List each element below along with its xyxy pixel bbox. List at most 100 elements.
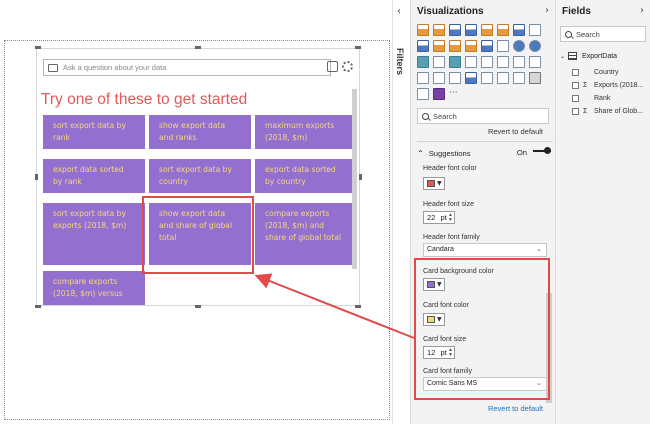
suggestions-section-header[interactable]: ⌃ Suggestions On: [417, 146, 553, 160]
expand-filters-chevron-icon[interactable]: ‹: [397, 6, 401, 17]
format-search-placeholder: Search: [433, 111, 457, 121]
suggestion-card[interactable]: show export data and ranks: [149, 115, 251, 149]
suggestion-card[interactable]: sort export data by rank: [43, 115, 145, 149]
show-all-suggestions-icon[interactable]: [327, 61, 338, 72]
key-influencers-icon[interactable]: [497, 72, 509, 84]
search-icon: [565, 30, 572, 38]
card-icon[interactable]: [497, 56, 509, 68]
line-and-clustered-column-icon[interactable]: [449, 40, 461, 52]
kpi-icon[interactable]: [529, 56, 541, 68]
slicer-icon[interactable]: [417, 72, 429, 84]
filters-pane-collapsed[interactable]: ‹ Filters: [392, 0, 410, 424]
suggestion-card[interactable]: compare exports (2018, $m) and share of …: [255, 203, 357, 265]
area-chart-icon[interactable]: [529, 24, 541, 36]
decomposition-tree-icon[interactable]: [513, 72, 525, 84]
header-font-color-picker[interactable]: ▼: [423, 177, 445, 190]
collapse-fields-chevron-icon[interactable]: ›: [640, 5, 644, 16]
suggestions-title: Try one of these to get started: [41, 91, 248, 108]
filled-map-icon[interactable]: [449, 56, 461, 68]
chevron-down-icon[interactable]: ⌄: [560, 53, 565, 60]
visual-scrollbar[interactable]: [352, 89, 357, 269]
resize-handle[interactable]: [35, 46, 41, 49]
waterfall-chart-icon[interactable]: [481, 40, 493, 52]
smart-narrative-icon[interactable]: [417, 88, 429, 100]
color-swatch: [427, 180, 435, 187]
field-checkbox[interactable]: [572, 95, 579, 102]
matrix-icon[interactable]: [449, 72, 461, 84]
suggestion-card[interactable]: export data sorted by country: [255, 159, 357, 193]
chat-icon: [48, 63, 58, 72]
suggestion-card[interactable]: maximum exports (2018, $m): [255, 115, 357, 149]
suggestions-label: Suggestions: [428, 148, 471, 158]
resize-handle[interactable]: [355, 46, 361, 49]
100-stacked-bar-chart-icon[interactable]: [481, 24, 493, 36]
field-rank[interactable]: Rank: [572, 95, 610, 102]
sigma-icon: Σ: [583, 108, 588, 115]
revert-to-default-link[interactable]: Revert to default: [488, 127, 543, 136]
clustered-column-chart-icon[interactable]: [465, 24, 477, 36]
qa-question-input[interactable]: Ask a question about your data: [43, 59, 331, 76]
collapse-visualizations-chevron-icon[interactable]: ›: [545, 5, 549, 16]
resize-handle[interactable]: [195, 305, 201, 308]
r-script-visual-icon[interactable]: [465, 72, 477, 84]
scatter-chart-icon[interactable]: [497, 40, 509, 52]
field-checkbox[interactable]: [572, 108, 579, 115]
resize-handle[interactable]: [35, 305, 41, 308]
revert-to-default-bottom-link[interactable]: Revert to default: [488, 404, 543, 413]
visualizations-header: Visualizations: [417, 6, 484, 17]
header-font-size-value: 22: [427, 213, 436, 222]
suggestion-card[interactable]: export data sorted by rank: [43, 159, 145, 193]
ribbon-chart-icon[interactable]: [465, 40, 477, 52]
header-font-family-label: Header font family: [423, 234, 480, 241]
clustered-bar-chart-icon[interactable]: [449, 24, 461, 36]
search-icon: [422, 112, 429, 120]
suggestions-toggle-state: On: [516, 148, 527, 157]
field-exports[interactable]: Σ Exports (2018...: [572, 82, 643, 89]
resize-handle[interactable]: [195, 46, 201, 49]
chevron-down-icon: ▼: [437, 180, 442, 187]
suggestion-card[interactable]: sort export data by exports (2018, $m): [43, 203, 145, 265]
table-exportdata[interactable]: ⌄ ExportData: [560, 52, 617, 60]
pie-chart-icon[interactable]: [513, 40, 525, 52]
divider: [417, 141, 553, 142]
fields-search-input[interactable]: Search: [560, 26, 646, 42]
power-apps-icon[interactable]: [433, 88, 445, 100]
100-stacked-column-chart-icon[interactable]: [497, 24, 509, 36]
suggestion-card[interactable]: compare exports (2018, $m) versus: [43, 271, 145, 305]
fields-pane: Fields › Search ⌄ ExportData Country Σ E…: [556, 0, 650, 424]
resize-handle[interactable]: [355, 305, 361, 308]
gauge-icon[interactable]: [481, 56, 493, 68]
python-visual-icon[interactable]: [481, 72, 493, 84]
funnel-icon[interactable]: [465, 56, 477, 68]
table-icon[interactable]: [433, 72, 445, 84]
field-country[interactable]: Country: [572, 69, 619, 76]
stacked-bar-chart-icon[interactable]: [417, 24, 429, 36]
field-share-of-global[interactable]: Σ Share of Glob...: [572, 108, 643, 115]
stacked-area-chart-icon[interactable]: [417, 40, 429, 52]
chevron-up-icon[interactable]: ⌃: [417, 149, 424, 158]
suggestions-toggle[interactable]: [533, 147, 551, 154]
field-checkbox[interactable]: [572, 82, 579, 89]
header-font-size-label: Header font size: [423, 201, 474, 208]
stepper-icon[interactable]: ▲ ▼: [448, 213, 453, 223]
treemap-icon[interactable]: [417, 56, 429, 68]
header-font-family-value: Candara: [427, 246, 454, 253]
qa-visual-icon[interactable]: [529, 72, 541, 84]
resize-handle[interactable]: [359, 174, 362, 180]
more-visuals-icon[interactable]: ···: [449, 88, 461, 100]
header-font-family-select[interactable]: Candara ⌄: [423, 243, 547, 257]
map-icon[interactable]: [433, 56, 445, 68]
resize-handle[interactable]: [35, 174, 38, 180]
stacked-column-chart-icon[interactable]: [433, 24, 445, 36]
suggestion-card[interactable]: sort export data by country: [149, 159, 251, 193]
line-and-column-chart-icon[interactable]: [433, 40, 445, 52]
gear-icon[interactable]: [342, 61, 353, 72]
visual-type-gallery: ···: [417, 24, 547, 101]
donut-chart-icon[interactable]: [529, 40, 541, 52]
multi-row-card-icon[interactable]: [513, 56, 525, 68]
header-font-size-input[interactable]: 22 pt ▲ ▼: [423, 211, 455, 224]
format-search-input[interactable]: Search: [417, 108, 549, 124]
field-checkbox[interactable]: [572, 69, 579, 76]
line-chart-icon[interactable]: [513, 24, 525, 36]
filters-label[interactable]: Filters: [395, 48, 405, 75]
